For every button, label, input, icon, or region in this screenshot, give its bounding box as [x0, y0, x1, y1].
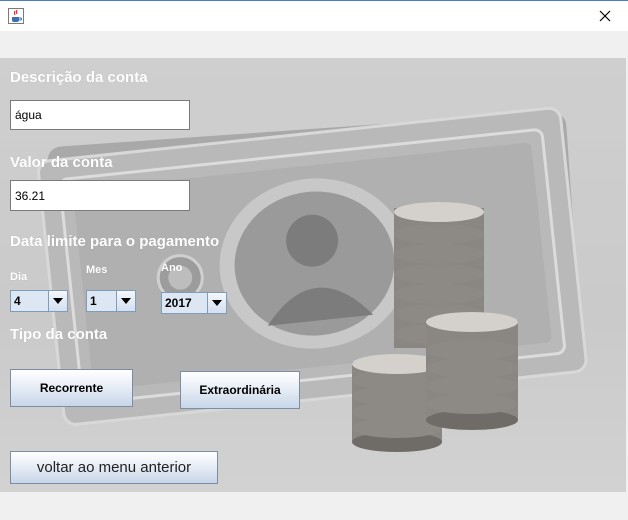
descricao-label: Descrição da conta — [10, 69, 148, 86]
valor-input[interactable]: 36.21 — [10, 180, 190, 211]
ano-value: 2017 — [165, 296, 192, 310]
mes-label: Mes — [86, 264, 108, 276]
recorrente-button[interactable]: Recorrente — [10, 369, 133, 407]
tipo-conta-label: Tipo da conta — [10, 326, 108, 343]
voltar-menu-button[interactable]: voltar ao menu anterior — [10, 451, 218, 484]
mes-value: 1 — [90, 294, 97, 308]
content-panel: Descrição da conta água Valor da conta 3… — [0, 58, 626, 492]
close-icon — [599, 10, 611, 22]
ano-label: Ano — [161, 262, 183, 274]
close-button[interactable] — [582, 1, 628, 31]
data-limite-label: Data limite para o pagamento — [10, 233, 220, 250]
ano-combobox[interactable]: 2017 — [161, 292, 227, 314]
valor-label: Valor da conta — [10, 154, 113, 171]
window-bottom-area — [0, 492, 628, 520]
dia-value: 4 — [14, 294, 21, 308]
window-title-bar — [0, 0, 628, 31]
chevron-down-icon[interactable] — [207, 293, 226, 313]
mes-combobox[interactable]: 1 — [86, 290, 136, 312]
dia-combobox[interactable]: 4 — [10, 290, 68, 312]
chevron-down-icon[interactable] — [116, 291, 135, 311]
dia-label: Dia — [10, 271, 28, 283]
chevron-down-icon[interactable] — [48, 291, 67, 311]
descricao-input[interactable]: água — [10, 100, 190, 130]
extraordinaria-button[interactable]: Extraordinária — [180, 371, 300, 409]
java-coffee-icon — [8, 8, 24, 24]
